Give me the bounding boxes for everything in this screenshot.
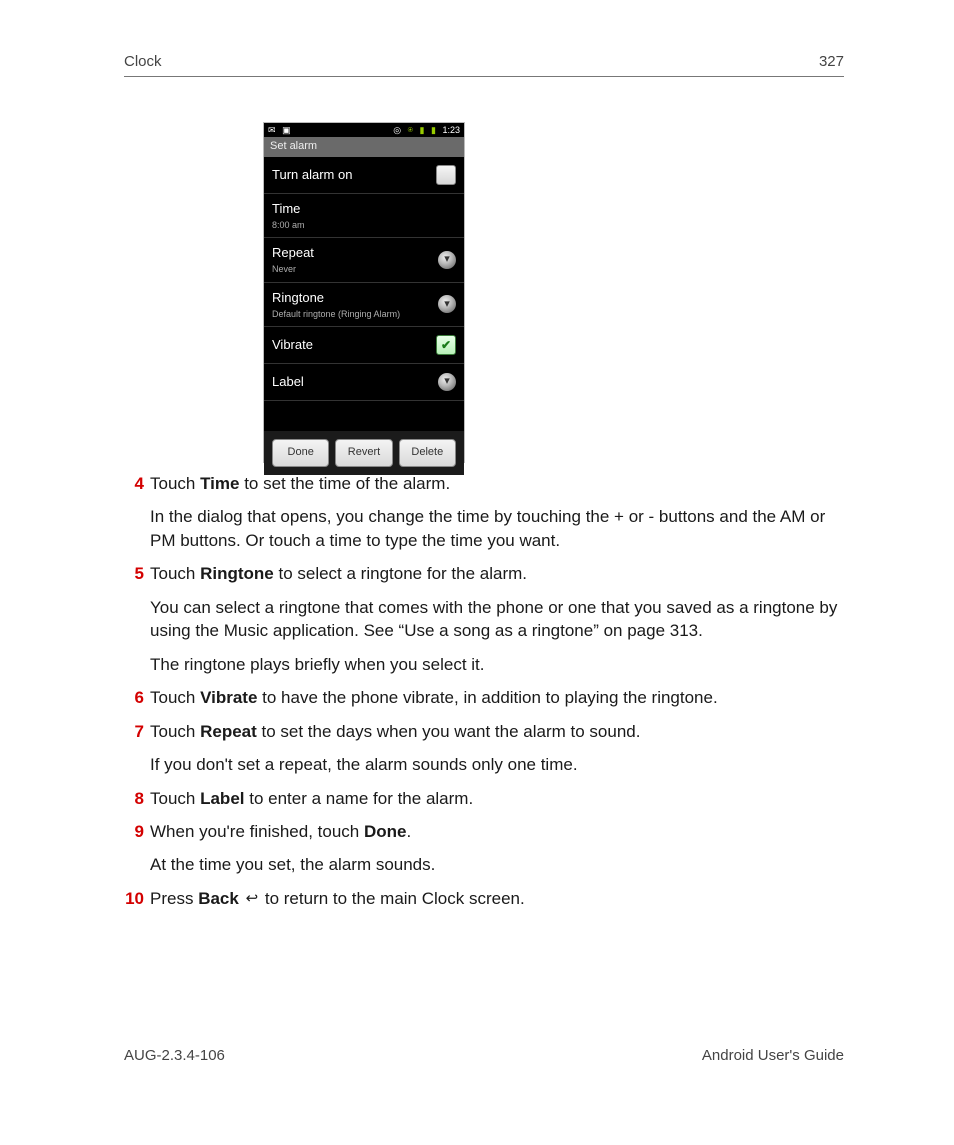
step-4: 4 Touch Time to set the time of the alar… <box>124 472 844 552</box>
checkbox-checked-icon[interactable] <box>436 335 456 355</box>
step-6: 6 Touch Vibrate to have the phone vibrat… <box>124 686 844 709</box>
row-sub: Never <box>272 263 314 275</box>
page-number: 327 <box>819 52 844 73</box>
battery-icon: ▮ <box>431 125 436 135</box>
phone-button-bar: Done Revert Delete <box>264 431 464 475</box>
page-footer: AUG-2.3.4-106 Android User's Guide <box>0 1046 954 1067</box>
step-number: 7 <box>120 720 144 743</box>
chevron-down-icon[interactable]: ▾ <box>438 373 456 391</box>
row-sub: Default ringtone (Ringing Alarm) <box>272 308 400 320</box>
step-7: 7 Touch Repeat to set the days when you … <box>124 720 844 777</box>
step-5: 5 Touch Ringtone to select a ringtone fo… <box>124 562 844 676</box>
revert-button[interactable]: Revert <box>335 439 392 467</box>
signal-icon: ▮ <box>420 125 425 135</box>
row-label: Label <box>272 373 304 391</box>
phone-settings-list: Turn alarm on Time 8:00 am Repeat Never … <box>264 157 464 401</box>
status-right-icons: ◎ ⍟ ▮ ▮ 1:23 <box>389 124 460 136</box>
row-label: Ringtone <box>272 289 400 307</box>
phone-screen-title: Set alarm <box>264 137 464 157</box>
phone-screenshot: ✉ ▣ ◎ ⍟ ▮ ▮ 1:23 Set alarm Turn alarm on… <box>263 122 465 463</box>
step-line: When you're finished, touch Done. <box>150 820 844 843</box>
status-time: 1:23 <box>442 125 460 135</box>
step-8: 8 Touch Label to enter a name for the al… <box>124 787 844 810</box>
row-sub: 8:00 am <box>272 219 305 231</box>
mail-icon: ✉ <box>268 125 276 135</box>
done-button[interactable]: Done <box>272 439 329 467</box>
row-ringtone[interactable]: Ringtone Default ringtone (Ringing Alarm… <box>264 283 464 327</box>
step-number: 10 <box>120 887 144 910</box>
chevron-down-icon[interactable]: ▾ <box>438 251 456 269</box>
step-line: Touch Repeat to set the days when you wa… <box>150 720 844 743</box>
step-line: Touch Time to set the time of the alarm. <box>150 472 844 495</box>
step-detail: You can select a ringtone that comes wit… <box>150 596 844 643</box>
phone-empty-area <box>264 401 464 431</box>
row-label[interactable]: Label ▾ <box>264 364 464 401</box>
row-label: Time <box>272 200 305 218</box>
target-icon: ◎ <box>393 125 401 135</box>
instruction-list: 4 Touch Time to set the time of the alar… <box>124 472 844 921</box>
row-label: Repeat <box>272 244 314 262</box>
row-repeat[interactable]: Repeat Never ▾ <box>264 238 464 282</box>
android-icon: ⍟ <box>408 125 413 135</box>
row-vibrate[interactable]: Vibrate <box>264 327 464 364</box>
footer-left: AUG-2.3.4-106 <box>124 1046 225 1067</box>
section-title: Clock <box>124 52 162 73</box>
step-number: 8 <box>120 787 144 810</box>
page-header: Clock 327 <box>0 52 954 73</box>
row-label: Turn alarm on <box>272 166 352 184</box>
step-number: 6 <box>120 686 144 709</box>
chevron-down-icon[interactable]: ▾ <box>438 295 456 313</box>
step-number: 9 <box>120 820 144 843</box>
row-time[interactable]: Time 8:00 am <box>264 194 464 238</box>
step-line: Touch Vibrate to have the phone vibrate,… <box>150 686 844 709</box>
row-label: Vibrate <box>272 336 313 354</box>
step-9: 9 When you're finished, touch Done. At t… <box>124 820 844 877</box>
step-detail: If you don't set a repeat, the alarm sou… <box>150 753 844 776</box>
step-detail: At the time you set, the alarm sounds. <box>150 853 844 876</box>
phone-status-bar: ✉ ▣ ◎ ⍟ ▮ ▮ 1:23 <box>264 123 464 137</box>
window-icon: ▣ <box>282 125 291 135</box>
step-detail: In the dialog that opens, you change the… <box>150 505 844 552</box>
step-line: Press Back ↩ to return to the main Clock… <box>150 887 844 911</box>
step-detail: The ringtone plays briefly when you sele… <box>150 653 844 676</box>
row-turn-alarm-on[interactable]: Turn alarm on <box>264 157 464 194</box>
footer-right: Android User's Guide <box>702 1046 844 1067</box>
step-line: Touch Ringtone to select a ringtone for … <box>150 562 844 585</box>
delete-button[interactable]: Delete <box>399 439 456 467</box>
status-left-icons: ✉ ▣ <box>268 124 295 136</box>
step-number: 4 <box>120 472 144 495</box>
step-10: 10 Press Back ↩ to return to the main Cl… <box>124 887 844 911</box>
back-icon: ↩ <box>246 889 259 910</box>
step-number: 5 <box>120 562 144 585</box>
checkbox-icon[interactable] <box>436 165 456 185</box>
step-line: Touch Label to enter a name for the alar… <box>150 787 844 810</box>
header-rule <box>124 76 844 77</box>
